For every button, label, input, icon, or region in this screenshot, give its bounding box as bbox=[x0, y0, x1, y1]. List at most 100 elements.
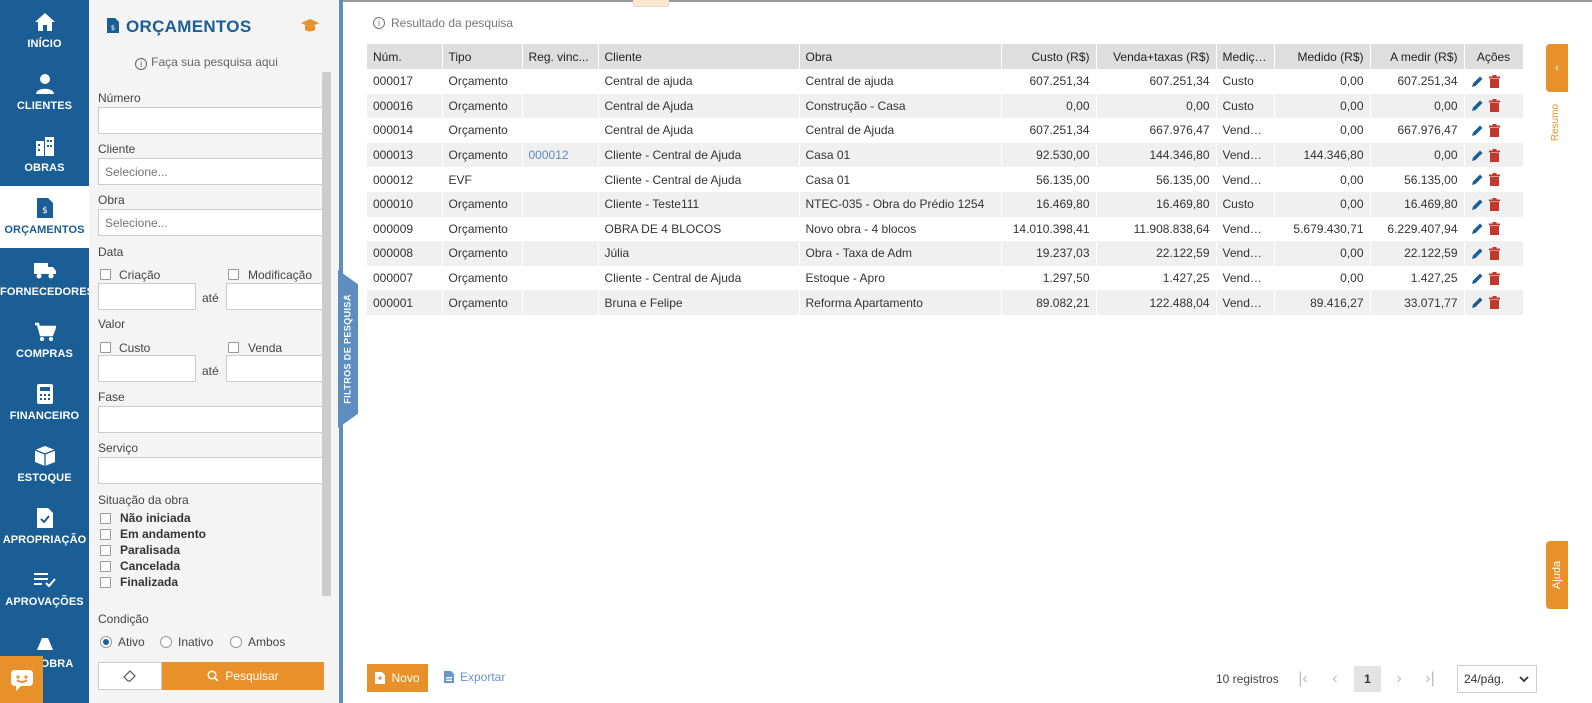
col-header-medido[interactable]: Medido (R$) bbox=[1274, 44, 1371, 69]
edit-pencil-icon[interactable] bbox=[1471, 75, 1484, 88]
nav-item-financeiro[interactable]: FINANCEIRO bbox=[0, 372, 89, 434]
table-row[interactable]: 000016 Orçamento Central de Ajuda Construçã… bbox=[367, 93, 1524, 119]
table-row[interactable]: 000010 Orçamento Cliente - Teste111 NTEC-03… bbox=[367, 191, 1524, 217]
cell-medicao: Venda ... bbox=[1216, 265, 1275, 291]
col-header-a-medir[interactable]: A medir (R$) bbox=[1370, 44, 1465, 69]
condicao-radio-ambos[interactable] bbox=[230, 636, 242, 648]
budget-file-icon: $ bbox=[0, 196, 89, 220]
nav-item-estoque[interactable]: ESTOQUE bbox=[0, 434, 89, 496]
edit-pencil-icon[interactable] bbox=[1471, 149, 1484, 162]
obra-select[interactable] bbox=[98, 209, 324, 236]
delete-trash-icon[interactable] bbox=[1488, 222, 1500, 236]
col-header-reg-vinc[interactable]: Reg. vinc... bbox=[522, 44, 599, 69]
delete-trash-icon[interactable] bbox=[1488, 246, 1500, 260]
edit-pencil-icon[interactable] bbox=[1471, 222, 1484, 235]
table-row[interactable]: 000012 EVF Cliente - Central de Ajuda Casa … bbox=[367, 167, 1524, 192]
table-row[interactable]: 000013 Orçamento 000012 Cliente - Central d… bbox=[367, 142, 1524, 168]
situacao-checkbox-em-andamento[interactable] bbox=[100, 529, 111, 540]
condicao-radio-ativo[interactable] bbox=[100, 636, 112, 648]
prev-page-icon[interactable]: ‹ bbox=[1326, 666, 1344, 692]
valor-from-input[interactable] bbox=[98, 355, 196, 382]
top-tab-stub[interactable] bbox=[633, 0, 669, 7]
data-to-input[interactable] bbox=[226, 283, 324, 310]
cell-tipo: Orçamento bbox=[442, 241, 523, 266]
modificacao-checkbox[interactable] bbox=[228, 269, 239, 280]
next-page-icon[interactable]: › bbox=[1390, 666, 1408, 692]
col-header-obra[interactable]: Obra bbox=[799, 44, 1002, 69]
delete-trash-icon[interactable] bbox=[1488, 197, 1500, 211]
table-row[interactable]: 000008 Orçamento Júlia Obra - Taxa de Adm 19… bbox=[367, 241, 1524, 266]
last-page-icon[interactable]: ›| bbox=[1420, 666, 1440, 692]
condicao-label-inativo: Inativo bbox=[178, 635, 214, 649]
nav-item-orcamentos[interactable]: $ ORÇAMENTOS bbox=[0, 186, 89, 248]
cell-cliente: Júlia bbox=[598, 241, 800, 266]
cell-venda-taxas: 11.908.838,64 bbox=[1096, 216, 1217, 242]
nav-item-obras[interactable]: OBRAS bbox=[0, 124, 89, 186]
export-button[interactable]: Exportar bbox=[444, 670, 505, 684]
col-header-custo[interactable]: Custo (R$) bbox=[1001, 44, 1097, 69]
criacao-label: Criação bbox=[119, 268, 161, 282]
tutorial-hat-icon[interactable] bbox=[300, 18, 320, 37]
edit-pencil-icon[interactable] bbox=[1471, 173, 1484, 186]
cell-medido: 0,00 bbox=[1274, 265, 1371, 291]
help-tab[interactable]: Ajuda bbox=[1546, 541, 1568, 609]
delete-trash-icon[interactable] bbox=[1488, 148, 1500, 162]
delete-trash-icon[interactable] bbox=[1488, 271, 1500, 285]
cliente-select[interactable] bbox=[98, 158, 324, 185]
valor-to-input[interactable] bbox=[226, 355, 324, 382]
servico-input[interactable] bbox=[98, 457, 324, 484]
per-page-select[interactable]: 24/pág. bbox=[1457, 665, 1537, 693]
numero-input[interactable] bbox=[98, 107, 324, 134]
situacao-checkbox-paralisada[interactable] bbox=[100, 545, 111, 556]
fase-input[interactable] bbox=[98, 406, 324, 433]
situacao-checkbox-nao-iniciada[interactable] bbox=[100, 513, 111, 524]
criacao-checkbox[interactable] bbox=[100, 269, 111, 280]
nav-item-clientes[interactable]: CLIENTES bbox=[0, 62, 89, 124]
search-button[interactable]: Pesquisar bbox=[162, 662, 324, 690]
edit-pencil-icon[interactable] bbox=[1471, 296, 1484, 309]
venda-checkbox[interactable] bbox=[228, 342, 239, 353]
table-row[interactable]: 000017 Orçamento Central de ajuda Central d… bbox=[367, 69, 1524, 94]
table-row[interactable]: 000014 Orçamento Central de Ajuda Central d… bbox=[367, 118, 1524, 143]
edit-pencil-icon[interactable] bbox=[1471, 247, 1484, 260]
cell-medicao: Venda ... bbox=[1216, 216, 1275, 242]
col-header-venda-taxas[interactable]: Venda+taxas (R$) bbox=[1096, 44, 1217, 69]
chat-button[interactable] bbox=[0, 656, 43, 703]
cell-reg-vinc[interactable]: 000012 bbox=[522, 142, 599, 168]
table-row[interactable]: 000009 Orçamento OBRA DE 4 BLOCOS Novo obra… bbox=[367, 216, 1524, 242]
delete-trash-icon[interactable] bbox=[1488, 123, 1500, 137]
delete-trash-icon[interactable] bbox=[1488, 99, 1500, 113]
situacao-checkbox-cancelada[interactable] bbox=[100, 561, 111, 572]
col-header-num[interactable]: Núm. bbox=[367, 44, 443, 69]
nav-item-aprovacoes[interactable]: APROVAÇÕES bbox=[0, 558, 89, 620]
delete-trash-icon[interactable] bbox=[1488, 74, 1500, 88]
delete-trash-icon[interactable] bbox=[1488, 296, 1500, 310]
nav-item-apropriacao[interactable]: APROPRIAÇÃO bbox=[0, 496, 89, 558]
table-row[interactable]: 000007 Orçamento Cliente - Central de Ajud… bbox=[367, 265, 1524, 291]
nav-item-fornecedores[interactable]: FORNECEDORES bbox=[0, 248, 94, 310]
cell-acoes bbox=[1464, 216, 1524, 242]
edit-pencil-icon[interactable] bbox=[1471, 99, 1484, 112]
delete-trash-icon[interactable] bbox=[1488, 173, 1500, 187]
col-header-cliente[interactable]: Cliente bbox=[598, 44, 800, 69]
resumo-toggle-button[interactable]: ‹ bbox=[1546, 44, 1568, 92]
table-row[interactable]: 000001 Orçamento Bruna e Felipe Reforma Apa… bbox=[367, 290, 1524, 315]
col-header-tipo[interactable]: Tipo bbox=[442, 44, 523, 69]
record-count: 10 registros bbox=[1216, 672, 1279, 686]
edit-pencil-icon[interactable] bbox=[1471, 198, 1484, 211]
new-budget-button[interactable]: Novo bbox=[367, 664, 428, 692]
first-page-icon[interactable]: |‹ bbox=[1294, 666, 1312, 692]
current-page[interactable]: 1 bbox=[1354, 666, 1381, 692]
filter-scrollbar[interactable] bbox=[322, 72, 331, 596]
data-from-input[interactable] bbox=[98, 283, 196, 310]
edit-pencil-icon[interactable] bbox=[1471, 272, 1484, 285]
resumo-tab[interactable]: Resumo bbox=[1548, 95, 1564, 149]
edit-pencil-icon[interactable] bbox=[1471, 124, 1484, 137]
nav-item-compras[interactable]: COMPRAS bbox=[0, 310, 89, 372]
condicao-radio-inativo[interactable] bbox=[160, 636, 172, 648]
nav-item-inicio[interactable]: INÍCIO bbox=[0, 0, 89, 62]
situacao-checkbox-finalizada[interactable] bbox=[100, 577, 111, 588]
custo-checkbox[interactable] bbox=[100, 342, 111, 353]
col-header-medicao[interactable]: Medição bbox=[1216, 44, 1275, 69]
clear-filters-button[interactable] bbox=[98, 662, 162, 690]
